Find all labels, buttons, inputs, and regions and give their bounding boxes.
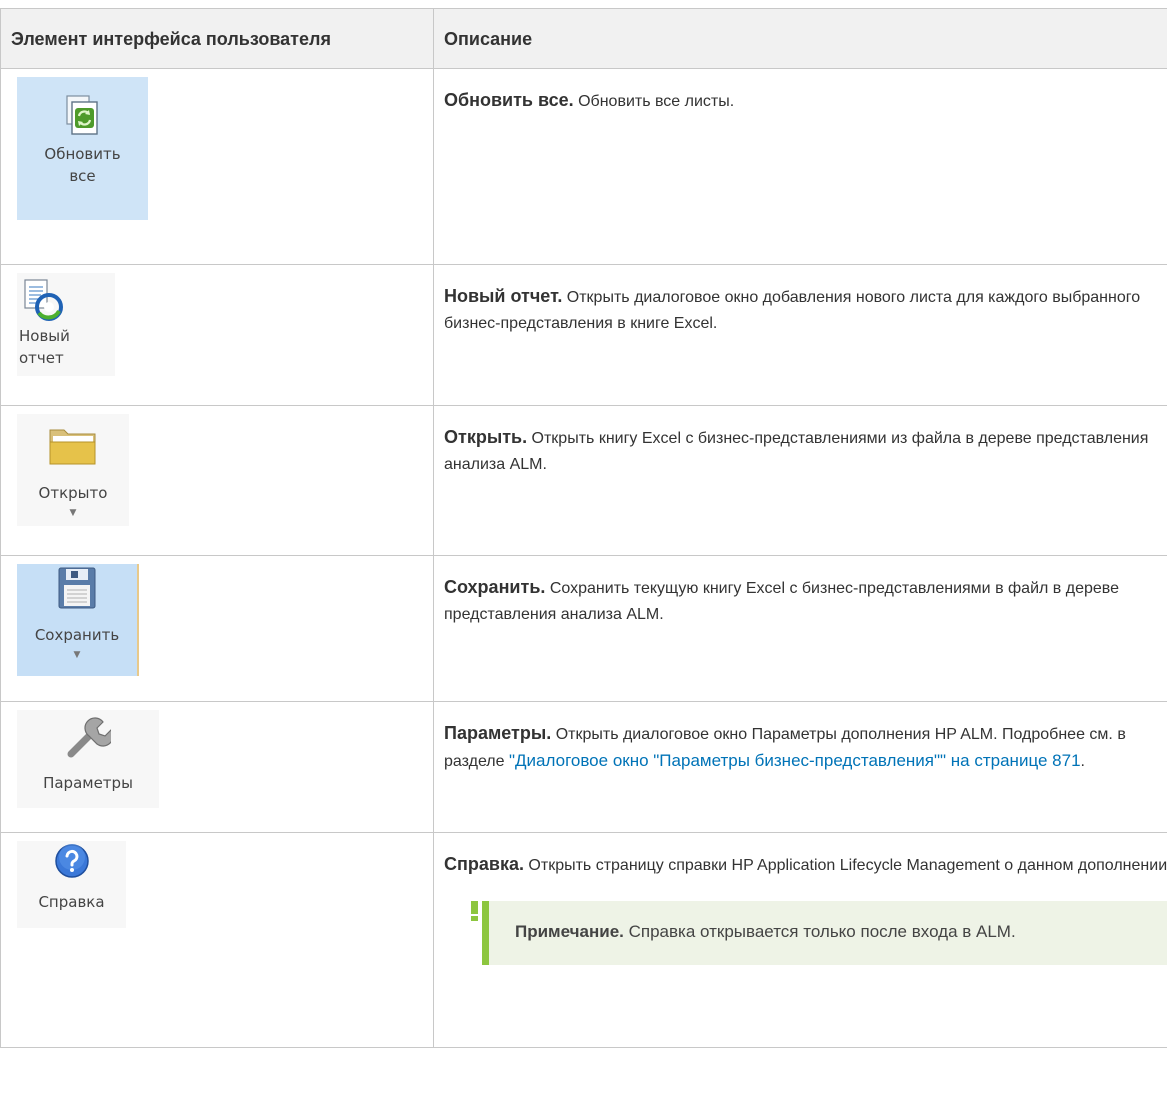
element-cell: Сохранить ▼ xyxy=(1,556,434,702)
table-header-row: Элемент интерфейса пользователя Описание xyxy=(1,9,1167,69)
refresh-all-button[interactable]: Обновить все xyxy=(17,77,148,220)
description-title: Обновить все. xyxy=(444,90,574,110)
refresh-all-label: Обновить все xyxy=(43,143,123,187)
description-title: Открыть. xyxy=(444,427,527,447)
note-title: Примечание. xyxy=(515,922,624,941)
description-title: Параметры. xyxy=(444,723,551,743)
parameters-button[interactable]: Параметры xyxy=(17,710,159,808)
description-cell: Справка. Открыть страницу справки HP App… xyxy=(434,833,1167,1048)
element-cell: Справка xyxy=(1,833,434,1048)
table-row: Сохранить ▼ Сохранить. Сохранить текущую… xyxy=(1,556,1167,702)
table-row: Новый отчет Новый отчет. Открыть диалого… xyxy=(1,265,1167,406)
column-header-description: Описание xyxy=(434,9,1167,69)
help-button[interactable]: Справка xyxy=(17,841,126,928)
note-text: Справка открывается только после входа в… xyxy=(629,922,1016,941)
new-report-button[interactable]: Новый отчет xyxy=(17,273,115,376)
table-row: Параметры Параметры. Открыть диалоговое … xyxy=(1,702,1167,833)
description-text-end: . xyxy=(1081,753,1085,770)
description-text: Обновить все листы. xyxy=(578,93,734,110)
new-report-label: Новый отчет xyxy=(19,325,69,369)
options-dialog-link[interactable]: "Диалоговое окно "Параметры бизнес-предс… xyxy=(509,751,1081,770)
element-cell: Обновить все xyxy=(1,69,434,265)
table-row: Обновить все Обновить все. Обновить все … xyxy=(1,69,1167,265)
ui-elements-table: Элемент интерфейса пользователя Описание xyxy=(0,8,1167,1048)
open-label: Открыто xyxy=(39,482,108,504)
wrench-icon xyxy=(65,714,111,760)
description-text: Открыть книгу Excel с бизнес-представлен… xyxy=(444,430,1148,473)
help-icon xyxy=(54,843,90,879)
floppy-disk-icon xyxy=(57,566,97,610)
description-text: Сохранить текущую книгу Excel с бизнес-п… xyxy=(444,580,1119,623)
dropdown-arrow-icon: ▼ xyxy=(70,508,77,518)
element-cell: Открыто ▼ xyxy=(1,406,434,556)
table-row: Открыто ▼ Открыть. Открыть книгу Excel с… xyxy=(1,406,1167,556)
column-header-element: Элемент интерфейса пользователя xyxy=(1,9,434,69)
description-text: Открыть страницу справки HP Application … xyxy=(528,857,1167,874)
open-button[interactable]: Открыто ▼ xyxy=(17,414,129,526)
element-cell: Параметры xyxy=(1,702,434,833)
table-row: Справка Справка. Открыть страницу справк… xyxy=(1,833,1167,1048)
description-cell: Новый отчет. Открыть диалоговое окно доб… xyxy=(434,265,1167,406)
parameters-label: Параметры xyxy=(43,772,133,794)
note-box: Примечание. Справка открывается только п… xyxy=(482,901,1167,965)
folder-icon xyxy=(47,424,99,468)
help-label: Справка xyxy=(38,891,104,913)
save-label: Сохранить xyxy=(35,624,119,646)
description-cell: Открыть. Открыть книгу Excel с бизнес-пр… xyxy=(434,406,1167,556)
new-report-icon xyxy=(21,277,67,325)
description-cell: Обновить все. Обновить все листы. xyxy=(434,69,1167,265)
element-cell: Новый отчет xyxy=(1,265,434,406)
dropdown-arrow-icon: ▼ xyxy=(74,650,81,660)
description-title: Справка. xyxy=(444,854,524,874)
description-cell: Параметры. Открыть диалоговое окно Парам… xyxy=(434,702,1167,833)
save-button[interactable]: Сохранить ▼ xyxy=(17,564,139,676)
description-title: Сохранить. xyxy=(444,577,545,597)
exclamation-icon xyxy=(471,901,478,921)
refresh-all-icon xyxy=(66,95,100,137)
description-cell: Сохранить. Сохранить текущую книгу Excel… xyxy=(434,556,1167,702)
description-title: Новый отчет. xyxy=(444,286,562,306)
